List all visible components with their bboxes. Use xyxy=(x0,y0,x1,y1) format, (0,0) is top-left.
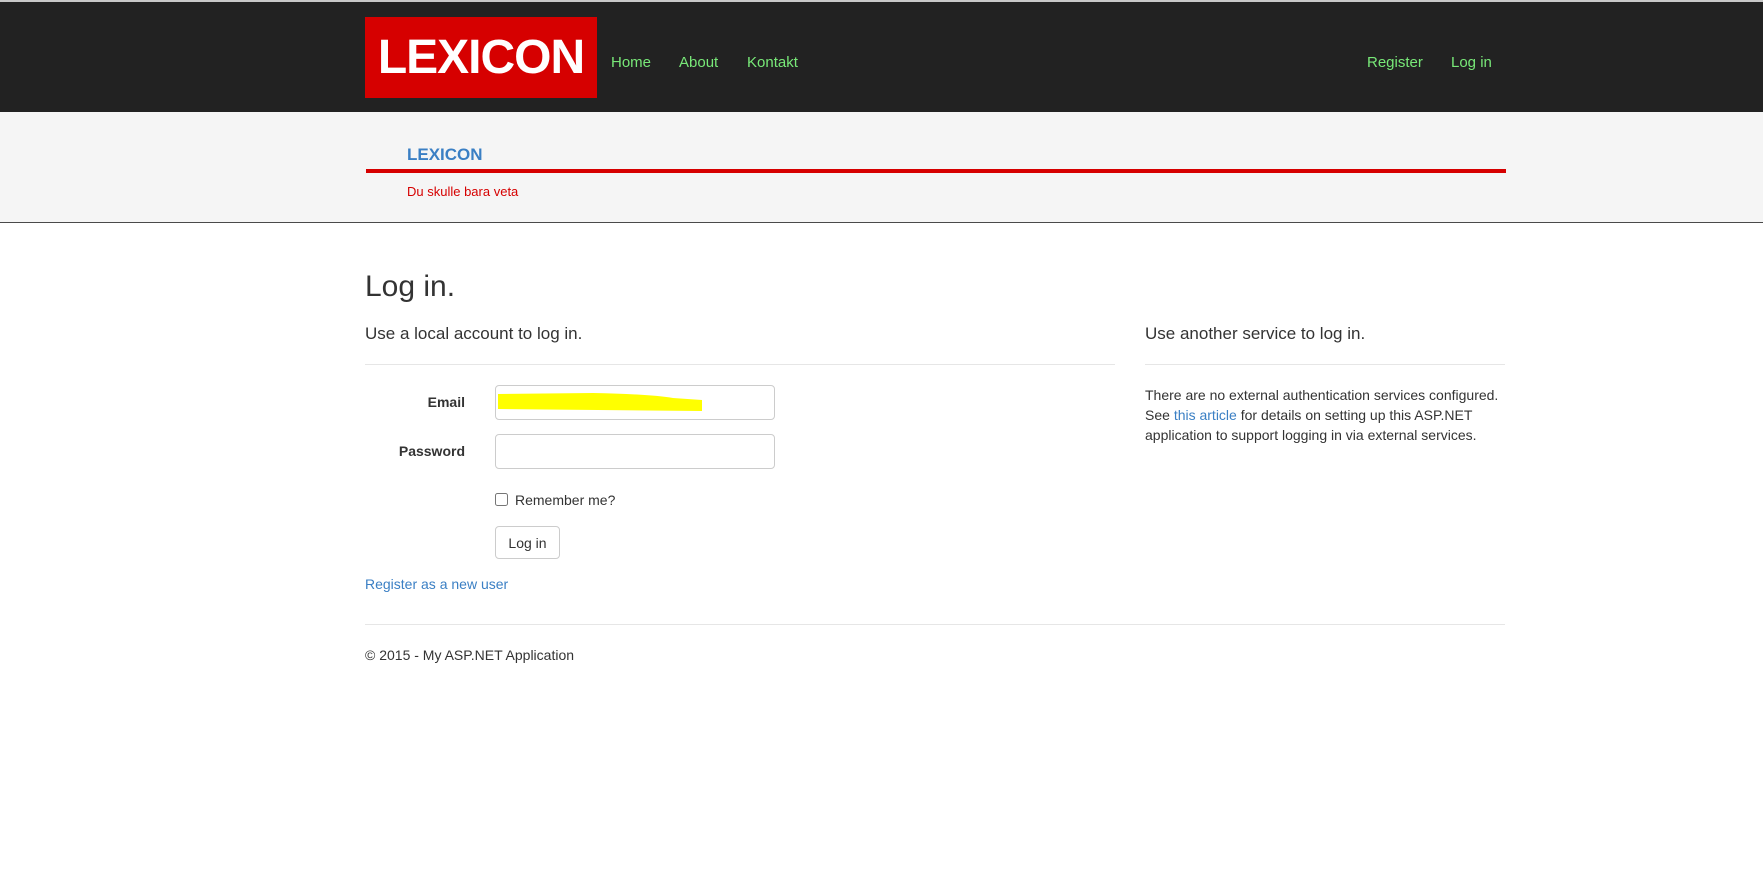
login-button[interactable]: Log in xyxy=(495,526,560,559)
local-section-divider xyxy=(365,364,1115,365)
page-title: Log in. xyxy=(365,270,456,303)
external-section-divider xyxy=(1145,364,1505,365)
brand-logo[interactable]: LEXICON xyxy=(365,17,597,98)
email-input[interactable] xyxy=(495,385,775,420)
external-services-message: There are no external authentication ser… xyxy=(1145,385,1505,445)
nav-link-login[interactable]: Log in xyxy=(1451,54,1492,71)
nav-link-about[interactable]: About xyxy=(679,54,718,71)
remember-me-checkbox[interactable] xyxy=(495,493,508,506)
this-article-link[interactable]: this article xyxy=(1174,407,1237,423)
remember-me-label[interactable]: Remember me? xyxy=(515,492,615,508)
local-account-heading: Use a local account to log in. xyxy=(365,324,583,343)
footer-divider xyxy=(365,624,1505,625)
password-input[interactable] xyxy=(495,434,775,469)
top-navbar: LEXICON Home About Kontakt Register Log … xyxy=(0,0,1763,112)
nav-link-register[interactable]: Register xyxy=(1367,54,1423,71)
site-banner: LEXICON Du skulle bara veta xyxy=(0,112,1763,223)
register-new-user-link[interactable]: Register as a new user xyxy=(365,576,508,592)
nav-link-home[interactable]: Home xyxy=(611,54,651,71)
external-service-heading: Use another service to log in. xyxy=(1145,324,1366,343)
banner-title: LEXICON xyxy=(407,145,483,164)
password-label: Password xyxy=(398,443,465,459)
footer-copyright: © 2015 - My ASP.NET Application xyxy=(365,647,575,663)
banner-tagline: Du skulle bara veta xyxy=(407,184,519,199)
email-label: Email xyxy=(427,394,465,410)
nav-link-kontakt[interactable]: Kontakt xyxy=(747,54,798,71)
banner-divider xyxy=(366,169,1506,173)
